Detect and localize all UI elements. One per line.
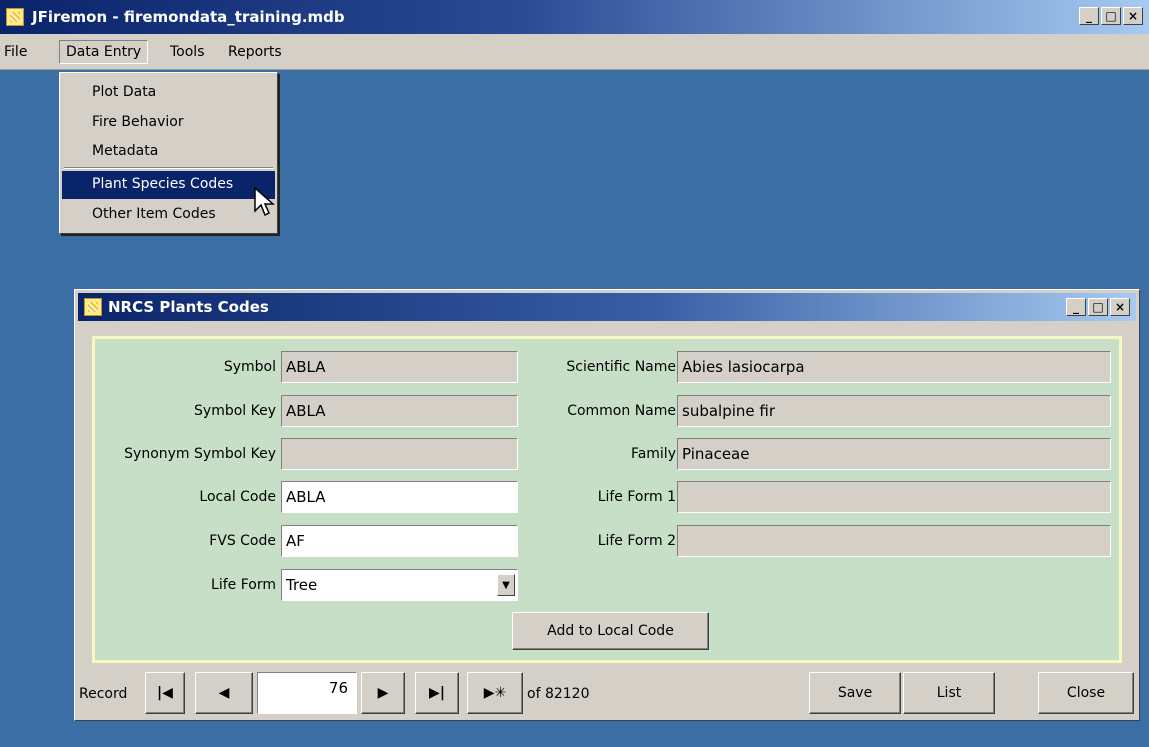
local-code-input[interactable]: ABLA: [281, 481, 518, 513]
life-form-1-field[interactable]: [677, 481, 1111, 513]
last-record-icon: ▶|: [429, 685, 445, 701]
life-form-value: Tree: [286, 576, 318, 594]
next-record-icon: ▶: [377, 685, 389, 701]
app-icon: [6, 8, 24, 26]
common-name-field[interactable]: subalpine fir: [677, 395, 1111, 427]
form-panel: Symbol ABLA Symbol Key ABLA Synonym Symb…: [92, 336, 1122, 663]
next-record-button[interactable]: ▶: [361, 672, 405, 714]
record-number-input[interactable]: 76: [257, 672, 357, 714]
synonym-symbol-key-field[interactable]: [281, 438, 518, 470]
title-bar[interactable]: JFiremon - firemondata_training.mdb _ □ …: [0, 0, 1149, 34]
family-field[interactable]: Pinaceae: [677, 438, 1111, 470]
record-count-text: of 82120: [527, 686, 590, 702]
child-maximize-button[interactable]: □: [1088, 298, 1108, 316]
menu-bar: File Data Entry Tools Reports: [0, 34, 1149, 70]
life-form-label: Life Form: [211, 577, 276, 593]
data-entry-dropdown: Plot Data Fire Behavior Metadata Plant S…: [59, 72, 278, 234]
close-button[interactable]: ×: [1123, 7, 1143, 25]
menu-item-fire-behavior[interactable]: Fire Behavior: [62, 109, 275, 137]
local-code-label: Local Code: [199, 489, 276, 505]
fvs-code-input[interactable]: AF: [281, 525, 518, 557]
menu-tools[interactable]: Tools: [166, 44, 209, 60]
fvs-code-label: FVS Code: [209, 533, 276, 549]
child-window-title: NRCS Plants Codes: [108, 298, 269, 316]
symbol-key-label: Symbol Key: [194, 403, 276, 419]
child-title-bar[interactable]: NRCS Plants Codes _ □ ×: [78, 293, 1136, 321]
menu-item-other-item-codes[interactable]: Other Item Codes: [62, 201, 275, 229]
form-icon: [84, 298, 102, 316]
chevron-down-icon[interactable]: ▼: [497, 574, 515, 596]
scientific-name-label: Scientific Name: [566, 359, 676, 375]
last-record-button[interactable]: ▶|: [415, 672, 459, 714]
minimize-button[interactable]: _: [1079, 7, 1099, 25]
family-label: Family: [630, 446, 676, 462]
new-record-button[interactable]: ▶✳: [467, 672, 523, 714]
child-minimize-button[interactable]: _: [1066, 298, 1086, 316]
menu-item-metadata[interactable]: Metadata: [62, 138, 275, 166]
record-label: Record: [79, 686, 128, 702]
menu-data-entry[interactable]: Data Entry: [59, 40, 149, 64]
symbol-field[interactable]: ABLA: [281, 351, 518, 383]
prev-record-button[interactable]: ◀: [195, 672, 253, 714]
life-form-select[interactable]: Tree ▼: [281, 569, 518, 601]
main-window: JFiremon - firemondata_training.mdb _ □ …: [0, 0, 1149, 747]
life-form-2-field[interactable]: [677, 525, 1111, 557]
menu-file[interactable]: File: [0, 44, 31, 60]
menu-separator: [64, 167, 273, 169]
symbol-key-field[interactable]: ABLA: [281, 395, 518, 427]
menu-item-plot-data[interactable]: Plot Data: [62, 79, 275, 107]
add-to-local-code-button[interactable]: Add to Local Code: [512, 612, 709, 650]
menu-item-plant-species-codes[interactable]: Plant Species Codes: [62, 171, 275, 199]
window-title: JFiremon - firemondata_training.mdb: [32, 8, 345, 26]
list-button[interactable]: List: [903, 672, 995, 714]
save-button[interactable]: Save: [809, 672, 901, 714]
menu-reports[interactable]: Reports: [224, 44, 286, 60]
prev-record-icon: ◀: [218, 685, 230, 701]
first-record-icon: |◀: [157, 685, 173, 701]
child-close-button[interactable]: ×: [1110, 298, 1130, 316]
maximize-button[interactable]: □: [1101, 7, 1121, 25]
new-record-icon: ▶✳: [483, 685, 507, 701]
common-name-label: Common Name: [567, 403, 676, 419]
close-form-button[interactable]: Close: [1038, 672, 1134, 714]
mouse-cursor-icon: [254, 187, 275, 217]
life-form-2-label: Life Form 2: [597, 533, 676, 549]
first-record-button[interactable]: |◀: [145, 672, 185, 714]
synonym-symbol-key-label: Synonym Symbol Key: [124, 446, 276, 462]
scientific-name-field[interactable]: Abies lasiocarpa: [677, 351, 1111, 383]
life-form-1-label: Life Form 1: [597, 489, 676, 505]
plants-codes-window: NRCS Plants Codes _ □ × Symbol ABLA Symb…: [74, 289, 1140, 721]
symbol-label: Symbol: [223, 359, 276, 375]
